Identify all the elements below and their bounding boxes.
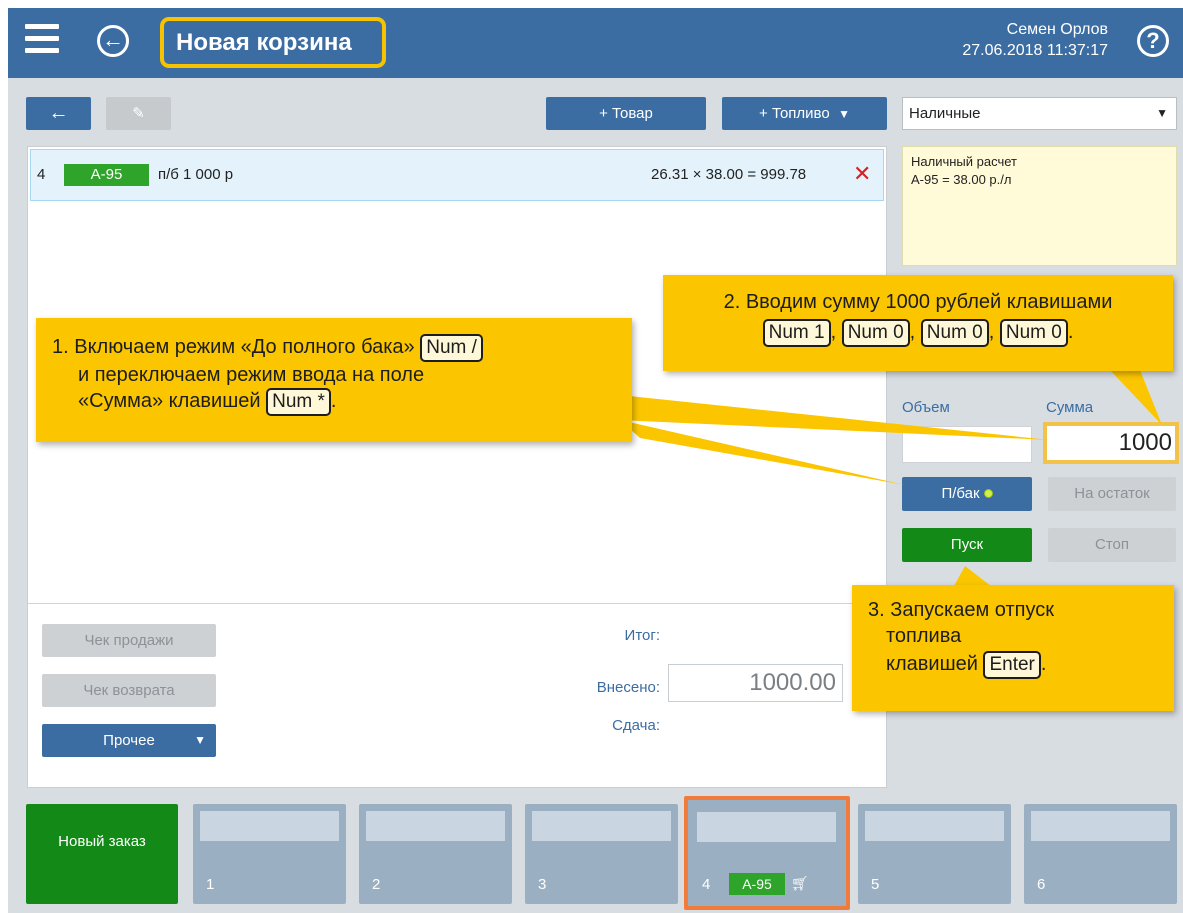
order-slot-4[interactable]: 4 А-95 🛒︎ — [684, 796, 850, 910]
callout-3-text-3: клавишей — [886, 653, 978, 675]
user-info: Семен Орлов 27.06.2018 11:37:17 — [962, 19, 1108, 61]
user-name: Семен Орлов — [1006, 21, 1108, 38]
full-tank-label: П/бак — [941, 485, 980, 502]
change-label: Сдача: — [612, 717, 660, 734]
volume-input[interactable] — [902, 426, 1032, 463]
receipt-sale-button[interactable]: Чек продажи — [42, 624, 216, 657]
callout-1-line-1: 1. Включаем режим «До полного бака» Num … — [52, 334, 632, 362]
new-order-button[interactable]: Новый заказ — [26, 804, 178, 904]
key-num-1: Num 1 — [762, 319, 831, 347]
callout-2-sep: , — [830, 321, 837, 343]
row-description: п/б 1 000 р — [158, 166, 234, 183]
chevron-down-icon: ▼ — [1156, 106, 1168, 120]
callout-1-text-2: и переключаем режим ввода на поле — [78, 364, 425, 386]
slot-number: 6 — [1037, 876, 1046, 893]
slot-number: 3 — [538, 876, 547, 893]
indicator-led-icon — [983, 489, 993, 498]
callout-2-end: . — [1067, 321, 1074, 343]
payment-method-value: Наличные — [909, 105, 981, 122]
callout-3-line-3: клавишей Enter. — [868, 651, 1174, 679]
start-button[interactable]: Пуск — [902, 528, 1032, 562]
slot-bar — [366, 811, 505, 841]
key-num-0: Num 0 — [841, 319, 910, 347]
key-num-star: Num * — [266, 388, 331, 416]
callout-3-text-1: 3. Запускаем отпуск — [868, 599, 1054, 621]
callout-step-2: 2. Вводим сумму 1000 рублей клавишами Nu… — [663, 275, 1173, 371]
cart-icon: 🛒︎ — [791, 875, 809, 891]
key-enter: Enter — [983, 651, 1041, 679]
other-label: Прочее — [103, 732, 155, 749]
slot-number: 4 — [702, 876, 711, 893]
fuel-badge: А-95 — [729, 873, 785, 895]
datetime: 27.06.2018 11:37:17 — [962, 42, 1108, 59]
payment-method-select[interactable]: Наличные ▼ — [902, 97, 1177, 130]
callout-step-3: 3. Запускаем отпуск топлива клавишей Ent… — [852, 585, 1174, 711]
sum-input[interactable]: 1000 — [1043, 422, 1179, 464]
slot-number: 1 — [206, 876, 215, 893]
slot-bar — [1031, 811, 1170, 841]
sum-label: Сумма — [1046, 399, 1094, 416]
callout-2-sep: , — [909, 321, 916, 343]
callout-2-keys: Num 1, Num 0, Num 0, Num 0. — [663, 319, 1173, 347]
chevron-down-icon: ▼ — [194, 733, 206, 747]
receipt-return-button[interactable]: Чек возврата — [42, 674, 216, 707]
basket-panel: 4 А-95 п/б 1 000 р 26.31 × 38.00 = 999.7… — [27, 146, 887, 788]
pencil-icon: ✎ — [132, 105, 145, 122]
slot-bar — [697, 812, 836, 842]
back-icon[interactable]: ← — [97, 25, 129, 57]
callout-1-text-3: «Сумма» клавишей — [78, 390, 261, 412]
row-number: 4 — [37, 166, 46, 183]
key-num-slash: Num / — [420, 334, 483, 362]
total-label: Итог: — [624, 627, 660, 644]
remainder-button[interactable]: На остаток — [1048, 477, 1176, 511]
header-bar: ← Новая корзина Семен Орлов 27.06.2018 1… — [8, 8, 1183, 78]
paid-label: Внесено: — [596, 679, 660, 696]
full-tank-button[interactable]: П/бак — [902, 477, 1032, 511]
delete-icon[interactable]: ✕ — [853, 161, 871, 187]
info-line-2: А-95 = 38.00 р./л — [911, 172, 1012, 187]
slot-number: 5 — [871, 876, 880, 893]
order-slot-2[interactable]: 2 — [359, 804, 512, 904]
callout-1-end: . — [330, 390, 337, 412]
app-window: ← Новая корзина Семен Орлов 27.06.2018 1… — [8, 8, 1183, 913]
menu-icon[interactable] — [25, 24, 59, 58]
callout-1-line-3: «Сумма» клавишей Num *. — [52, 388, 632, 416]
paid-input[interactable]: 1000.00 — [668, 664, 843, 702]
callout-2-sep: , — [988, 321, 995, 343]
divider — [28, 603, 886, 604]
key-num-0: Num 0 — [999, 319, 1068, 347]
chevron-down-icon: ▼ — [838, 107, 850, 121]
slot-number: 2 — [372, 876, 381, 893]
help-icon[interactable]: ? — [1137, 25, 1169, 57]
row-calculation: 26.31 × 38.00 = 999.78 — [651, 166, 807, 183]
order-slot-1[interactable]: 1 — [193, 804, 346, 904]
back-arrow-button[interactable]: ← — [26, 97, 91, 130]
stop-button[interactable]: Стоп — [1048, 528, 1176, 562]
slot-bar — [532, 811, 671, 841]
slot-bar — [200, 811, 339, 841]
order-slot-3[interactable]: 3 — [525, 804, 678, 904]
callout-1-text-1: 1. Включаем режим «До полного бака» — [52, 336, 415, 358]
callout-3-end: . — [1040, 653, 1047, 675]
basket-row[interactable]: 4 А-95 п/б 1 000 р 26.31 × 38.00 = 999.7… — [30, 149, 884, 201]
order-slot-5[interactable]: 5 — [858, 804, 1011, 904]
order-slot-6[interactable]: 6 — [1024, 804, 1177, 904]
add-fuel-label: + Топливо — [759, 105, 830, 122]
info-box: Наличный расчет А-95 = 38.00 р./л — [902, 146, 1177, 266]
info-line-1: Наличный расчет — [911, 154, 1017, 169]
volume-label: Объем — [902, 399, 950, 416]
callout-2-text-1: 2. Вводим сумму 1000 рублей клавишами — [723, 291, 1113, 313]
add-goods-button[interactable]: + Товар — [546, 97, 706, 130]
add-fuel-button[interactable]: + Топливо ▼ — [722, 97, 887, 130]
other-button[interactable]: Прочее ▼ — [42, 724, 216, 757]
callout-step-1: 1. Включаем режим «До полного бака» Num … — [36, 318, 632, 442]
fuel-badge: А-95 — [64, 164, 149, 186]
callout-3-text-2: топлива — [886, 625, 962, 647]
page-title: Новая корзина — [160, 17, 386, 68]
slot-bar — [865, 811, 1004, 841]
edit-pencil-button[interactable]: ✎ — [106, 97, 171, 130]
key-num-0: Num 0 — [920, 319, 989, 347]
